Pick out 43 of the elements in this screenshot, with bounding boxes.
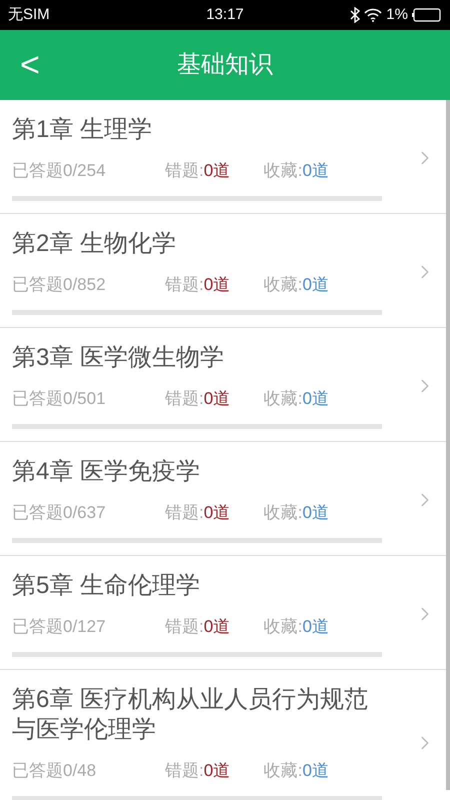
answered-count: 已答题0/852 [12,275,107,295]
wrong-label: 错题: [165,761,204,781]
wrong-label: 错题: [165,617,204,637]
favorite-label: 收藏: [264,761,302,781]
wifi-icon [364,8,382,22]
favorite-label: 收藏: [264,275,302,295]
favorite-label: 收藏: [264,617,302,637]
chapter-title: 第1章 生理学 [12,115,154,145]
wrong-label: 错题: [165,161,204,181]
favorite-count: 0道 [302,503,329,523]
favorite-label: 收藏: [264,503,302,523]
chapter-title: 第6章 医疗机构从业人员行为规范与医学伦理学 [12,685,370,745]
answered-count: 已答题0/501 [12,389,107,409]
wrong-count: 0道 [204,275,232,295]
answered-count: 已答题0/254 [12,161,107,181]
clock: 13:17 [206,4,244,25]
wrong-count: 0道 [204,161,232,181]
favorite-count: 0道 [302,761,329,781]
wrong-count: 0道 [204,389,232,409]
battery-icon [412,8,442,22]
favorite-count: 0道 [302,617,329,637]
favorite-count: 0道 [302,161,329,181]
battery-percent: 1% [386,4,408,25]
wrong-count: 0道 [204,617,232,637]
favorite-count: 0道 [302,275,329,295]
favorite-label: 收藏: [264,389,302,409]
favorite-count: 0道 [302,389,329,409]
answered-count: 已答题0/127 [12,617,107,637]
chapter-title: 第2章 生物化学 [12,229,178,259]
carrier-label: 无SIM [8,4,51,25]
chapter-title: 第4章 医学免疫学 [12,457,202,487]
page-title: 基础知识 [177,50,273,80]
wrong-label: 错题: [165,275,204,295]
chapter-title: 第3章 医学微生物学 [12,343,226,373]
answered-count: 已答题0/637 [12,503,107,523]
chapter-title: 第5章 生命伦理学 [12,571,202,601]
bluetooth-icon [350,7,360,23]
wrong-count: 0道 [204,503,232,523]
wrong-label: 错题: [165,503,204,523]
answered-count: 已答题0/48 [12,761,98,781]
favorite-label: 收藏: [264,161,302,181]
wrong-count: 0道 [204,761,232,781]
wrong-label: 错题: [165,389,204,409]
